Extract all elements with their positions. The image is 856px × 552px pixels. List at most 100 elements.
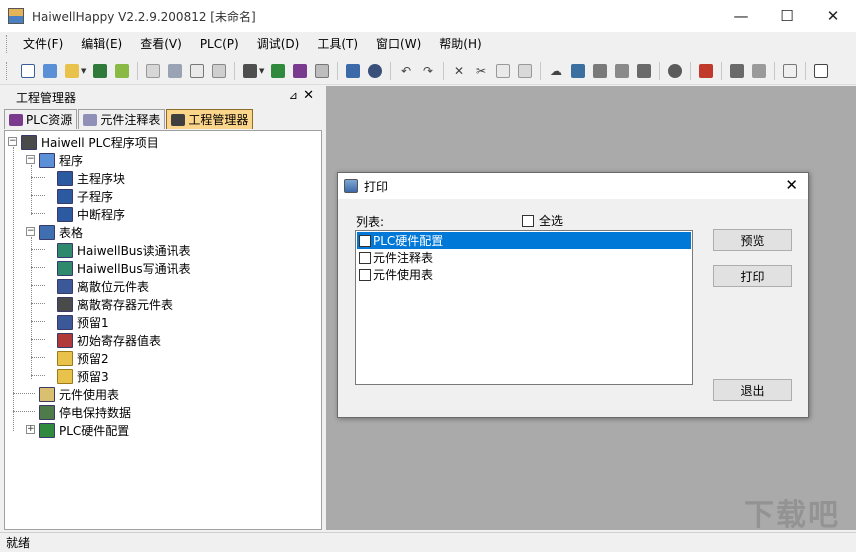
tree-bus-write[interactable]: HaiwellBus写通讯表	[57, 259, 191, 277]
tree-bus-read[interactable]: HaiwellBus读通讯表	[57, 241, 191, 259]
open-folder-icon[interactable]	[63, 62, 81, 80]
tree-discrete-bit[interactable]: 离散位元件表	[57, 277, 149, 295]
minimize-button[interactable]: —	[718, 0, 764, 32]
menu-bar: 文件(F) 编辑(E) 查看(V) PLC(P) 调试(D) 工具(T) 窗口(…	[0, 32, 856, 56]
printer-icon[interactable]	[166, 62, 184, 80]
tree-main-block[interactable]: 主程序块	[57, 169, 125, 187]
dialog-title-bar: 打印 ✕	[338, 173, 808, 199]
check-icon[interactable]	[188, 62, 206, 80]
upload-icon[interactable]	[113, 62, 131, 80]
project-dropdown-icon[interactable]: ▼	[259, 67, 267, 75]
expand-program-toggle[interactable]: −	[26, 155, 35, 164]
dialog-close-icon[interactable]: ✕	[785, 176, 798, 194]
menu-grip	[6, 35, 9, 53]
tree-power-hold[interactable]: 停电保持数据	[39, 403, 131, 421]
checkbox-icon[interactable]	[359, 234, 371, 247]
select-all-checkbox[interactable]: 全选	[522, 212, 563, 229]
tab-label: PLC资源	[26, 113, 73, 127]
tree-element-usage[interactable]: 元件使用表	[39, 385, 119, 403]
menu-window[interactable]: 窗口(W)	[370, 34, 427, 54]
menu-file[interactable]: 文件(F)	[17, 34, 69, 54]
program-block-icon	[57, 170, 73, 186]
pane-title: 工程管理器	[16, 90, 77, 105]
usage-table-icon	[39, 386, 55, 402]
expand-root-toggle[interactable]: −	[8, 137, 17, 146]
menu-view[interactable]: 查看(V)	[134, 34, 188, 54]
list-item[interactable]: PLC硬件配置	[357, 232, 691, 249]
checkbox-icon[interactable]	[359, 268, 371, 281]
new-file-icon[interactable]	[19, 62, 37, 80]
close-button[interactable]: ✕	[810, 0, 856, 32]
tree-reserved2[interactable]: 预留2	[57, 349, 109, 367]
power-hold-icon	[39, 404, 55, 420]
pane-tabs: PLC资源 元件注释表 工程管理器	[0, 109, 254, 129]
tab-plc-resource[interactable]: PLC资源	[4, 109, 78, 129]
pane-close-icon[interactable]: ✕	[303, 88, 314, 103]
edit-table-icon[interactable]	[344, 62, 362, 80]
menu-tools[interactable]: 工具(T)	[311, 34, 364, 54]
pattern-icon[interactable]	[750, 62, 768, 80]
page-setup-icon[interactable]	[144, 62, 162, 80]
expand-plc-hw-toggle[interactable]: +	[26, 425, 35, 434]
ladder-icon[interactable]	[591, 62, 609, 80]
checkbox-icon[interactable]	[359, 251, 371, 264]
project-window-icon[interactable]	[241, 62, 259, 80]
comment-icon	[83, 113, 98, 126]
plc-online-icon[interactable]	[291, 62, 309, 80]
open-dropdown-icon[interactable]: ▼	[81, 67, 89, 75]
print-button[interactable]: 打印	[713, 265, 792, 287]
tree-reserved1[interactable]: 预留1	[57, 313, 109, 331]
tree-discrete-reg[interactable]: 离散寄存器元件表	[57, 295, 173, 313]
tree-root[interactable]: Haiwell PLC程序项目	[21, 133, 159, 151]
program-block-icon	[57, 188, 73, 204]
tab-project-manager[interactable]: 工程管理器	[166, 109, 254, 129]
bus-table-icon	[57, 242, 73, 258]
menu-plc[interactable]: PLC(P)	[194, 34, 245, 54]
init-table-icon	[57, 332, 73, 348]
tree-sub-program[interactable]: 子程序	[57, 187, 113, 205]
list-item[interactable]: 元件注释表	[357, 249, 691, 266]
undo-icon[interactable]: ↶	[397, 62, 415, 80]
menu-help[interactable]: 帮助(H)	[433, 34, 487, 54]
info-icon[interactable]	[666, 62, 684, 80]
tree-init-reg[interactable]: 初始寄存器值表	[57, 331, 161, 349]
network-icon[interactable]	[569, 62, 587, 80]
save-icon[interactable]	[91, 62, 109, 80]
font-icon[interactable]	[812, 62, 830, 80]
ladder-b-icon[interactable]	[613, 62, 631, 80]
print-list[interactable]: PLC硬件配置 元件注释表 元件使用表	[355, 230, 693, 385]
monitor-icon[interactable]	[313, 62, 331, 80]
toolbar: ▼ ▼ ↶ ↷ ✕ ✂ ☁	[0, 57, 856, 85]
cut-icon[interactable]: ✂	[472, 62, 490, 80]
ladder-c-icon[interactable]	[635, 62, 653, 80]
tab-comment-table[interactable]: 元件注释表	[78, 109, 166, 129]
folder-icon	[57, 350, 73, 366]
new-project-icon[interactable]	[41, 62, 59, 80]
list-item[interactable]: 元件使用表	[357, 266, 691, 283]
tree-reserved3[interactable]: 预留3	[57, 367, 109, 385]
copy-icon[interactable]	[494, 62, 512, 80]
tree-interrupt[interactable]: 中断程序	[57, 205, 125, 223]
document-icon[interactable]	[781, 62, 799, 80]
delete-icon[interactable]: ✕	[450, 62, 468, 80]
settings-grid-icon[interactable]	[697, 62, 715, 80]
tree-program[interactable]: 程序	[39, 151, 83, 169]
menu-edit[interactable]: 编辑(E)	[75, 34, 128, 54]
pin-icon[interactable]: ⊿	[289, 89, 298, 102]
bus-table-icon	[57, 260, 73, 276]
paste-icon[interactable]	[516, 62, 534, 80]
find-icon[interactable]	[366, 62, 384, 80]
menu-debug[interactable]: 调试(D)	[251, 34, 306, 54]
maximize-button[interactable]: ☐	[764, 0, 810, 32]
pen-icon[interactable]	[728, 62, 746, 80]
cloud-icon[interactable]: ☁	[547, 62, 565, 80]
toolbar-grip	[6, 61, 9, 80]
redo-icon[interactable]: ↷	[419, 62, 437, 80]
tree-plc-hw[interactable]: PLC硬件配置	[39, 421, 129, 439]
expand-tables-toggle[interactable]: −	[26, 227, 35, 236]
plc-module-icon[interactable]	[269, 62, 287, 80]
preview-button[interactable]: 预览	[713, 229, 792, 251]
compile-icon[interactable]	[210, 62, 228, 80]
exit-button[interactable]: 退出	[713, 379, 792, 401]
tree-tables[interactable]: 表格	[39, 223, 83, 241]
